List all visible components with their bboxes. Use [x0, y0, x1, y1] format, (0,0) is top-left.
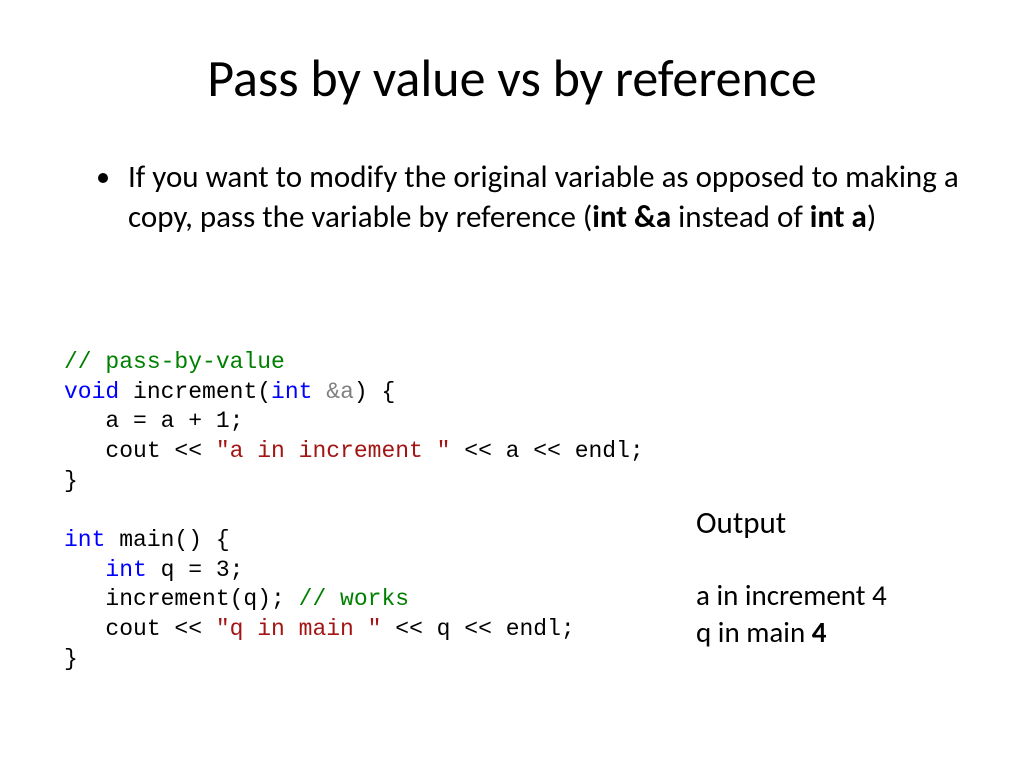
code-text: }: [64, 646, 78, 672]
code-keyword-int: int: [105, 557, 146, 583]
bullet-text-mid: instead of: [671, 198, 810, 236]
output-text: q in main: [696, 614, 812, 650]
code-param-ref: &a: [326, 379, 354, 405]
output-line-1: a in increment 4: [696, 577, 887, 614]
code-text: [64, 557, 105, 583]
code-text: << a << endl;: [450, 438, 643, 464]
code-text: main() {: [105, 527, 229, 553]
output-text: a in increment: [696, 577, 872, 613]
output-heading: Output: [696, 504, 887, 543]
code-text: }: [64, 468, 78, 494]
output-line-2: q in main 4: [696, 614, 887, 651]
code-text: increment(q);: [64, 586, 299, 612]
code-text: cout <<: [64, 438, 216, 464]
code-comment: // pass-by-value: [64, 349, 285, 375]
bullet-bold-2: int a: [810, 198, 867, 236]
code-comment: // works: [299, 586, 409, 612]
bullet-item: If you want to modify the original varia…: [124, 158, 964, 237]
code-block: // pass-by-value void increment(int &a) …: [64, 348, 644, 674]
code-text: a = a + 1;: [64, 408, 243, 434]
output-value-bold: 4: [812, 614, 827, 650]
code-text: increment(: [119, 379, 271, 405]
code-keyword-int: int: [64, 527, 105, 553]
bullet-section: If you want to modify the original varia…: [0, 110, 1024, 237]
code-text: cout <<: [64, 616, 216, 642]
code-string: "q in main ": [216, 616, 382, 642]
code-text: << q << endl;: [381, 616, 574, 642]
code-keyword-int: int: [271, 379, 326, 405]
slide-title: Pass by value vs by reference: [0, 0, 1024, 110]
code-string: "a in increment ": [216, 438, 451, 464]
bullet-bold-1: int &a: [592, 198, 671, 236]
code-text: ) {: [354, 379, 395, 405]
output-value: 4: [872, 577, 887, 613]
bullet-text-post: ): [867, 198, 876, 236]
output-section: Output a in increment 4 q in main 4: [696, 504, 887, 651]
code-keyword-void: void: [64, 379, 119, 405]
code-text: q = 3;: [147, 557, 244, 583]
